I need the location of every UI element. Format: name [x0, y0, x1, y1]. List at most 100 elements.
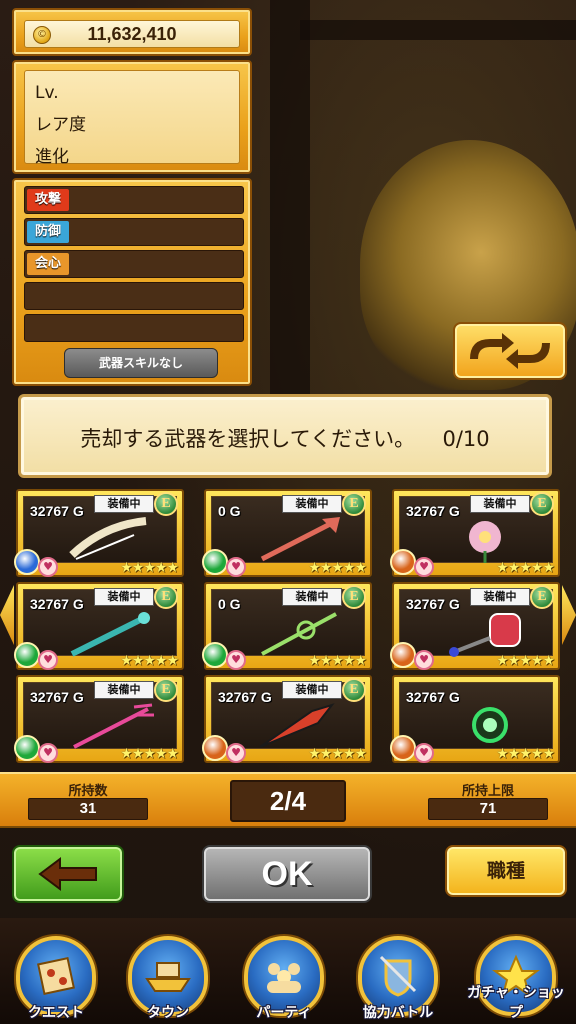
rarity-label: レア度 [35, 115, 86, 135]
rarity-stars: ★★★★★ [308, 746, 367, 762]
nav-coop-battle-label: 協力バトル [362, 1005, 434, 1021]
back-button[interactable] [12, 845, 124, 903]
rarity-stars: ★★★★★ [496, 560, 555, 576]
weapon-image [261, 612, 337, 656]
weapon-card[interactable]: 0 G 装備中 E ♥ ★★★★★ [202, 489, 372, 577]
nav-gacha-shop[interactable]: ガチャ・ショップ [464, 936, 568, 1024]
limit-label: 所持上限 [461, 784, 514, 799]
rarity-stars: ★★★★★ [120, 560, 179, 576]
weapon-card[interactable]: 32767 G 装備中 E ♥ ★★★★★ [14, 489, 184, 577]
equipped-badge: 装備中 [282, 495, 342, 513]
ok-button[interactable]: OK [202, 845, 372, 903]
nav-quest[interactable]: クエスト [4, 936, 108, 1024]
nav-party[interactable]: パーティ [232, 936, 336, 1024]
weapon-card[interactable]: 32767 G 装備中 E ♥ ★★★★★ [14, 582, 184, 670]
equipped-badge: 装備中 [470, 495, 530, 513]
green-type-icon [14, 642, 40, 668]
stat-row-empty [24, 282, 244, 310]
rarity-stars: ★★★★★ [120, 746, 179, 762]
equipped-badge: 装備中 [94, 495, 154, 513]
weapon-card[interactable]: 32767 G 装備中 E ♥ ★★★★★ [14, 675, 184, 763]
favorite-heart-icon[interactable]: ♥ [38, 650, 58, 670]
weapon-image [73, 703, 154, 749]
selected-count: 0/10 [442, 427, 490, 451]
weapon-card[interactable]: 32767 G 装備中 E ♥ ★★★★★ [202, 675, 372, 763]
nav-gacha-shop-label: ガチャ・ショップ [467, 985, 565, 1021]
equip-e-icon: E [342, 492, 366, 516]
weapon-image [259, 703, 335, 748]
nav-party-label: パーティ [256, 1005, 312, 1021]
evolution-label: 進化 [35, 147, 69, 167]
nav-town[interactable]: タウン [116, 936, 220, 1024]
weapon-image [449, 613, 521, 657]
weapon-price: 32767 G [406, 503, 460, 519]
rarity-stars: ★★★★★ [308, 560, 367, 576]
party-icon [267, 963, 301, 993]
nav-coop-battle[interactable]: 協力バトル [346, 936, 450, 1024]
weapon-card[interactable]: 0 G 装備中 E ♥ ★★★★★ [202, 582, 372, 670]
favorite-heart-icon[interactable]: ♥ [38, 557, 58, 577]
critical-row: 会心 [24, 250, 244, 278]
orange-type-icon [390, 549, 416, 575]
equip-e-icon: E [154, 585, 178, 609]
favorite-heart-icon[interactable]: ♥ [38, 743, 58, 763]
weapon-price: 0 G [218, 596, 241, 612]
favorite-heart-icon[interactable]: ♥ [226, 743, 246, 763]
weapon-slot: 32767 G [399, 682, 553, 749]
weapon-image [70, 612, 150, 657]
weapon-price: 32767 G [30, 596, 84, 612]
nav-town-label: タウン [147, 1005, 189, 1021]
sort-button[interactable] [453, 322, 567, 380]
equip-e-icon: E [154, 678, 178, 702]
favorite-heart-icon[interactable]: ♥ [414, 557, 434, 577]
equip-e-icon: E [530, 585, 554, 609]
coop-battle-icon [379, 955, 417, 997]
weapon-price: 32767 G [30, 689, 84, 705]
equipped-badge: 装備中 [282, 681, 342, 699]
nav-quest-label: クエスト [28, 1005, 84, 1021]
weapon-card[interactable]: 32767 G 装備中 E ♥ ★★★★★ [390, 489, 560, 577]
count-bar: 所持数 31 2/4 所持上限 71 [0, 772, 576, 828]
instruction-text: 売却する武器を選択してください。 [80, 427, 416, 451]
weapon-image [472, 707, 508, 743]
page-indicator: 2/4 [230, 780, 346, 822]
money-value: 11,632,410 [87, 24, 177, 44]
equipped-badge: 装備中 [94, 681, 154, 699]
weapon-stats-panel: 攻撃 防御 会心 武器スキルなし [12, 178, 252, 386]
equip-e-icon: E [154, 492, 178, 516]
green-type-icon [202, 549, 228, 575]
favorite-heart-icon[interactable]: ♥ [226, 557, 246, 577]
money-panel: © 11,632,410 [12, 8, 252, 56]
equipped-badge: 装備中 [94, 588, 154, 606]
attack-label: 攻撃 [27, 189, 70, 211]
level-label: Lv. [35, 83, 59, 103]
weapon-info-panel: Lv. レア度 進化 [12, 60, 252, 174]
weapon-card[interactable]: 32767 G 装備中 E ♥ ★★★★★ [390, 582, 560, 670]
rarity-stars: ★★★★★ [308, 653, 367, 669]
weapon-price: 32767 G [406, 596, 460, 612]
back-arrow-icon [38, 857, 97, 891]
weapon-skill-button[interactable]: 武器スキルなし [64, 348, 218, 378]
owned-label: 所持数 [68, 784, 108, 799]
orange-type-icon [390, 735, 416, 761]
instruction-banner: 売却する武器を選択してください。 0/10 [18, 394, 552, 478]
weapon-price: 32767 G [406, 689, 460, 705]
weapon-image [260, 517, 340, 562]
rarity-stars: ★★★★★ [496, 653, 555, 669]
weapon-image [469, 521, 501, 563]
favorite-heart-icon[interactable]: ♥ [414, 650, 434, 670]
job-filter-button[interactable]: 職種 [445, 845, 567, 897]
stat-row-empty [24, 314, 244, 342]
favorite-heart-icon[interactable]: ♥ [226, 650, 246, 670]
defense-row: 防御 [24, 218, 244, 246]
attack-row: 攻撃 [24, 186, 244, 214]
equip-e-icon: E [530, 492, 554, 516]
weapon-price: 0 G [218, 503, 241, 519]
quest-map-icon [37, 957, 75, 995]
favorite-heart-icon[interactable]: ♥ [414, 743, 434, 763]
equipped-badge: 装備中 [470, 588, 530, 606]
weapon-price: 32767 G [30, 503, 84, 519]
orange-type-icon [202, 735, 228, 761]
weapon-card[interactable]: 32767 G ♥ ★★★★★ [390, 675, 560, 763]
green-type-icon [202, 642, 228, 668]
